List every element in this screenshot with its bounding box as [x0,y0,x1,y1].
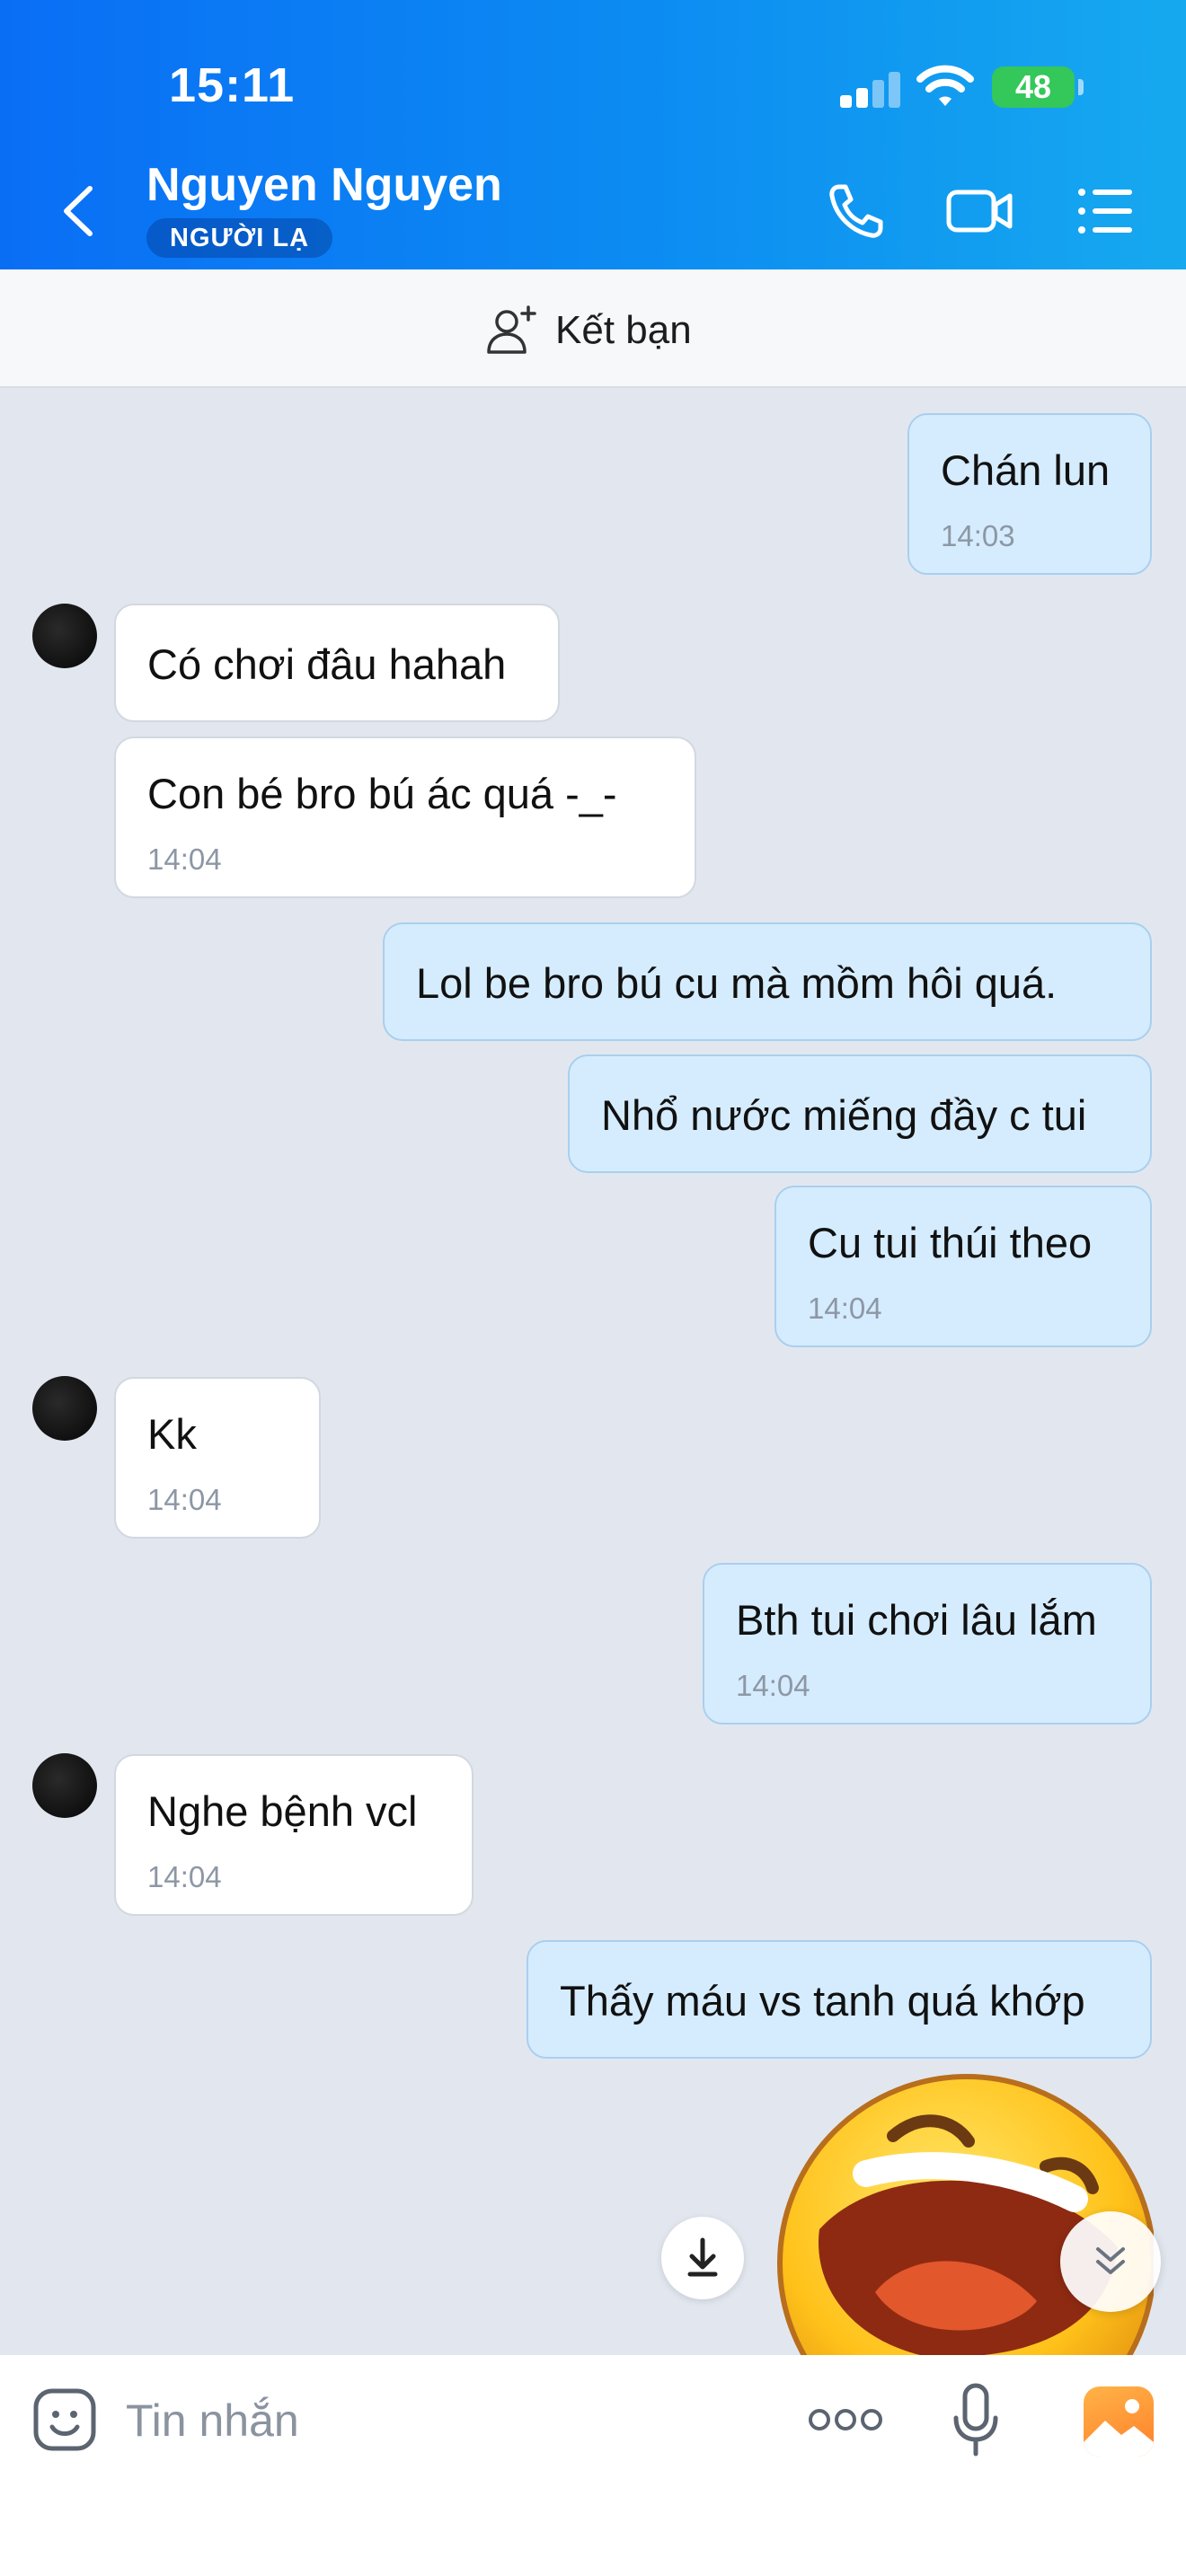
status-time: 15:11 [169,58,296,112]
emoji-icon[interactable] [32,2387,97,2452]
message-text: Có chơi đâu hahah [147,640,507,688]
message-bubble-outgoing[interactable]: Bth tui chơi lâu lắm 14:04 [703,1563,1152,1725]
avatar[interactable] [32,604,97,668]
back-icon[interactable] [56,180,101,243]
wifi-icon [916,65,974,106]
message-text: Lol be bro bú cu mà mồm hôi quá. [416,959,1058,1007]
message-bubble-outgoing[interactable]: Chán lun 14:03 [907,413,1152,575]
chevron-double-down-icon [1096,2247,1125,2274]
message-text: Nhổ nước miếng đầy c tui [601,1091,1087,1139]
add-friend-label: Kết bạn [555,308,692,352]
message-bubble-incoming[interactable]: Kk 14:04 [114,1377,321,1539]
message-bubble-outgoing[interactable]: Cu tui thúi theo 14:04 [774,1186,1152,1347]
add-friend-icon [487,305,536,354]
image-gallery-icon [1084,2399,1154,2457]
contact-name[interactable]: Nguyen Nguyen [146,158,502,212]
message-bubble-incoming[interactable]: Con bé bro bú ác quá -_- 14:04 [114,737,696,898]
message-text: Chán lun [941,446,1111,494]
avatar[interactable] [32,1753,97,1818]
message-time: 14:04 [147,1860,222,1893]
battery-indicator: 48 [992,66,1075,108]
message-bubble-outgoing[interactable]: Thấy máu vs tanh quá khớp [527,1940,1152,2059]
message-bubble-incoming[interactable]: Có chơi đâu hahah [114,604,560,722]
avatar[interactable] [32,1376,97,1441]
message-time: 14:04 [808,1292,882,1325]
message-text: Bth tui chơi lâu lắm [736,1596,1097,1644]
message-bubble-outgoing[interactable]: Nhổ nước miếng đầy c tui [568,1054,1152,1173]
download-icon [687,2237,718,2277]
battery-tip [1078,79,1084,95]
message-time: 14:04 [147,842,222,876]
message-bubble-incoming[interactable]: Nghe bệnh vcl 14:04 [114,1754,474,1916]
add-friend-button[interactable]: Kết bạn [485,304,692,357]
cellular-signal-icon [840,70,903,108]
message-time: 14:04 [147,1483,222,1516]
chat-header: 15:11 48 Nguyen Nguyen NGƯỜI LẠ [0,0,1186,269]
download-button[interactable] [661,2217,744,2299]
phone-icon[interactable] [825,180,888,243]
battery-level: 48 [1014,68,1052,105]
message-time: 14:03 [941,519,1015,552]
more-options-icon[interactable] [807,2396,884,2443]
message-text: Cu tui thúi theo [808,1219,1093,1266]
video-call-icon[interactable] [945,180,1015,243]
microphone-icon[interactable] [949,2382,1003,2459]
message-time: 14:04 [736,1669,810,1702]
message-text: Con bé bro bú ác quá -_- [147,770,617,817]
add-friend-bar: Kết bạn [0,269,1186,388]
message-text: Kk [147,1410,197,1458]
message-bubble-outgoing[interactable]: Lol be bro bú cu mà mồm hôi quá. [383,922,1152,1041]
message-text: Thấy máu vs tanh quá khớp [560,1977,1085,2025]
message-text: Nghe bệnh vcl [147,1787,418,1835]
message-input[interactable] [126,2385,755,2457]
image-gallery-button[interactable] [1084,2386,1154,2457]
scroll-to-bottom-button[interactable] [1060,2211,1161,2312]
stranger-badge: NGƯỜI LẠ [146,218,333,258]
menu-list-icon[interactable] [1075,180,1137,243]
